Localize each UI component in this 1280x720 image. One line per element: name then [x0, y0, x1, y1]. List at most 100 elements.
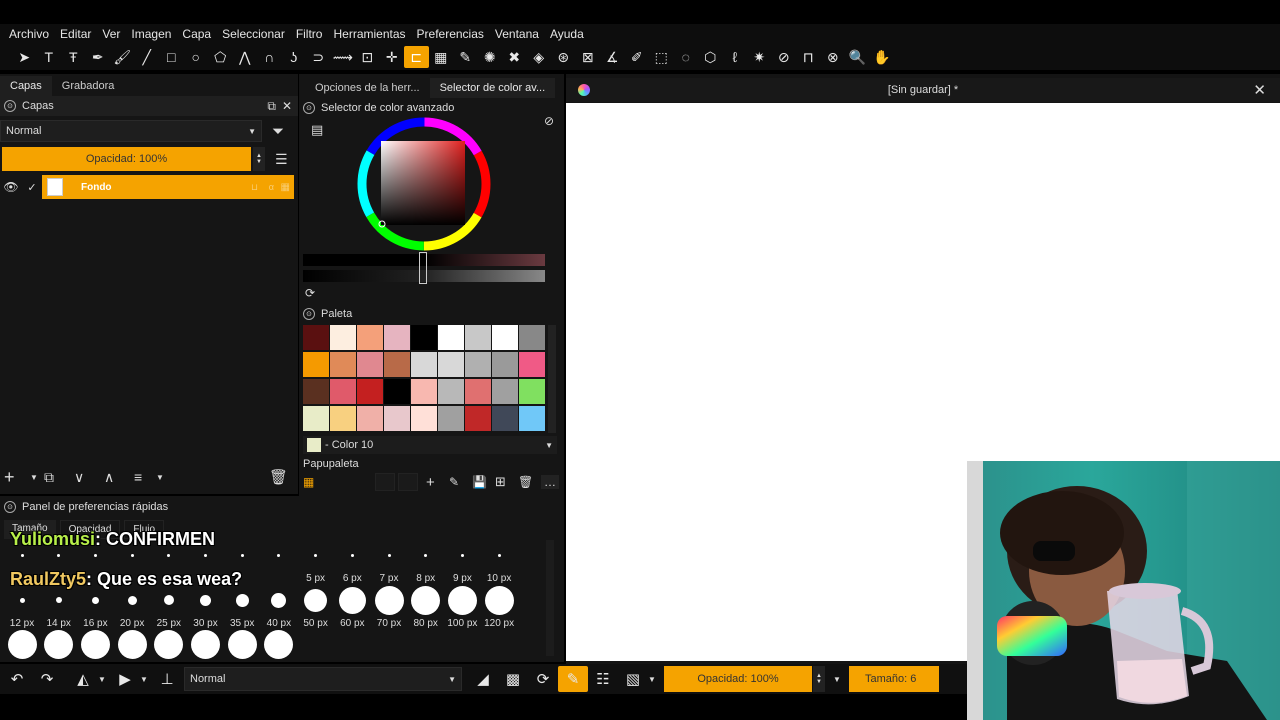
- magic-wand-tool-icon[interactable]: ✷: [747, 46, 772, 68]
- color-picker-tool-icon[interactable]: ✎: [453, 46, 478, 68]
- palette-swatch[interactable]: [357, 379, 383, 404]
- brush-preset-dot[interactable]: [447, 585, 477, 615]
- crop-icon[interactable]: ⊥: [152, 666, 182, 692]
- slider-handle[interactable]: [419, 252, 427, 284]
- palette-swatch[interactable]: [330, 352, 356, 377]
- palette-swatch[interactable]: [438, 379, 464, 404]
- brush-preset-dot[interactable]: [44, 629, 74, 659]
- brush-preset-dot[interactable]: [227, 629, 257, 659]
- brush-tool-icon[interactable]: 🖌: [110, 46, 135, 68]
- add-swatch-icon[interactable]: +: [426, 474, 449, 491]
- brush-settings-icon[interactable]: ☷: [588, 666, 618, 692]
- palette-swatch[interactable]: [384, 379, 410, 404]
- brush-preset-dot[interactable]: [387, 554, 391, 557]
- brush-preset-dot[interactable]: [57, 554, 61, 557]
- palette-swatch[interactable]: [330, 325, 356, 350]
- brush-preset-dot[interactable]: [235, 593, 249, 607]
- tab-tool-options[interactable]: Opciones de la herr...: [299, 78, 430, 98]
- opacity-chevron-icon[interactable]: ▼: [825, 675, 849, 684]
- mirror-chevron-icon[interactable]: ▼: [98, 675, 110, 684]
- brush-preset-dot[interactable]: [374, 585, 404, 615]
- brush-preset-dot[interactable]: [93, 554, 97, 557]
- palette-swatch[interactable]: [411, 352, 437, 377]
- palette-swatch[interactable]: [519, 379, 545, 404]
- brush-opacity-slider[interactable]: Opacidad: 100%: [664, 666, 812, 692]
- freehand-path-tool-icon[interactable]: ʖ: [282, 46, 307, 68]
- palette-swatch[interactable]: [492, 352, 518, 377]
- brush-preset-dot[interactable]: [163, 595, 174, 605]
- more-options-icon[interactable]: …: [541, 475, 559, 489]
- menu-capa[interactable]: Capa: [182, 27, 211, 41]
- visibility-eye-icon[interactable]: 👁: [0, 180, 22, 194]
- transform-tool-icon[interactable]: ⊡: [355, 46, 380, 68]
- menu-preferencias[interactable]: Preferencias: [417, 27, 484, 41]
- palette-swatch[interactable]: [492, 379, 518, 404]
- move-tool-icon[interactable]: ✛: [380, 46, 405, 68]
- move-layer-up-icon[interactable]: ∧: [104, 469, 134, 486]
- palette-swatch[interactable]: [492, 406, 518, 431]
- tab-capas[interactable]: Capas: [0, 76, 52, 96]
- line-tool-icon[interactable]: ╱: [135, 46, 160, 68]
- add-layer-chevron-icon[interactable]: ▼: [30, 473, 44, 482]
- palette-swatch[interactable]: [330, 379, 356, 404]
- palette-swatch[interactable]: [438, 325, 464, 350]
- palette-swatch[interactable]: [303, 406, 329, 431]
- palette-swatch[interactable]: [384, 325, 410, 350]
- palette-swatch[interactable]: [384, 352, 410, 377]
- hue-ring[interactable]: [354, 114, 494, 254]
- bezier-select-tool-icon[interactable]: ⊓: [796, 46, 821, 68]
- opacity-spinner[interactable]: ▲ ▼: [253, 147, 265, 171]
- bezier-tool-icon[interactable]: ∩: [257, 46, 282, 68]
- text-tool-icon[interactable]: T: [37, 46, 62, 68]
- palette-swatch[interactable]: [438, 352, 464, 377]
- palette-swatch[interactable]: [303, 352, 329, 377]
- polyline-tool-icon[interactable]: ⋀: [233, 46, 258, 68]
- pattern-icon[interactable]: ▧: [618, 666, 648, 692]
- undo-icon[interactable]: ↶: [2, 666, 32, 692]
- layer-inherit-alpha-icon[interactable]: ▦: [281, 182, 290, 193]
- palette-swatch[interactable]: [411, 379, 437, 404]
- bucket-tool-icon[interactable]: ◈: [527, 46, 552, 68]
- menu-ver[interactable]: Ver: [102, 27, 120, 41]
- polygon-tool-icon[interactable]: ⬠: [208, 46, 233, 68]
- menu-imagen[interactable]: Imagen: [131, 27, 171, 41]
- brush-preset-dot[interactable]: [20, 554, 24, 557]
- palette-swatch[interactable]: [303, 325, 329, 350]
- redo-icon[interactable]: ↷: [32, 666, 62, 692]
- edit-swatch-icon[interactable]: ✎: [449, 475, 472, 489]
- palette-swatch[interactable]: [357, 352, 383, 377]
- brush-preset-dot[interactable]: [91, 596, 99, 604]
- eraser-icon[interactable]: ◢: [468, 666, 498, 692]
- pattern-chevron-icon[interactable]: ▼: [648, 675, 662, 684]
- brush-preset-dot[interactable]: [204, 554, 207, 557]
- menu-ventana[interactable]: Ventana: [495, 27, 539, 41]
- brush-preset-dot[interactable]: [338, 586, 366, 614]
- tab-grabadora[interactable]: Grabadora: [52, 76, 125, 96]
- reload-preset-icon[interactable]: ⟳: [528, 666, 558, 692]
- dynamic-brush-tool-icon[interactable]: ⟿: [331, 46, 356, 68]
- palette-swatch[interactable]: [492, 325, 518, 350]
- curve-tool-icon[interactable]: ⊃: [306, 46, 331, 68]
- zoom-tool-icon[interactable]: 🔍: [845, 46, 870, 68]
- brush-preset-dot[interactable]: [117, 629, 147, 659]
- docker-lock-icon[interactable]: ⊙: [4, 100, 16, 112]
- fill-tool-icon[interactable]: ✖: [502, 46, 527, 68]
- clear-color-icon[interactable]: ⊘: [544, 114, 554, 128]
- palette-scrollbar[interactable]: [548, 325, 556, 433]
- menu-filtro[interactable]: Filtro: [296, 27, 323, 41]
- wrap-around-icon[interactable]: ▶: [110, 666, 140, 692]
- layer-options-menu-icon[interactable]: ☰: [275, 151, 288, 168]
- layer-alpha-lock-icon[interactable]: α: [269, 182, 274, 192]
- brush-preset-dot[interactable]: [240, 554, 244, 557]
- brush-preset-dot[interactable]: [424, 554, 428, 557]
- brush-preset-dot[interactable]: [314, 554, 318, 557]
- palette-swatch[interactable]: [411, 406, 437, 431]
- brush-preset-dot[interactable]: [80, 629, 110, 659]
- brush-preset-dot[interactable]: [484, 585, 514, 615]
- layer-item-fondo[interactable]: Fondo ⊔ α ▦: [42, 175, 294, 199]
- brush-preset-dot[interactable]: [55, 597, 62, 603]
- brush-preset-dot[interactable]: [127, 595, 137, 605]
- smart-patch-tool-icon[interactable]: ✺: [478, 46, 503, 68]
- docker-lock-icon[interactable]: ⊙: [303, 102, 315, 114]
- layer-properties-icon[interactable]: ≡: [134, 469, 156, 485]
